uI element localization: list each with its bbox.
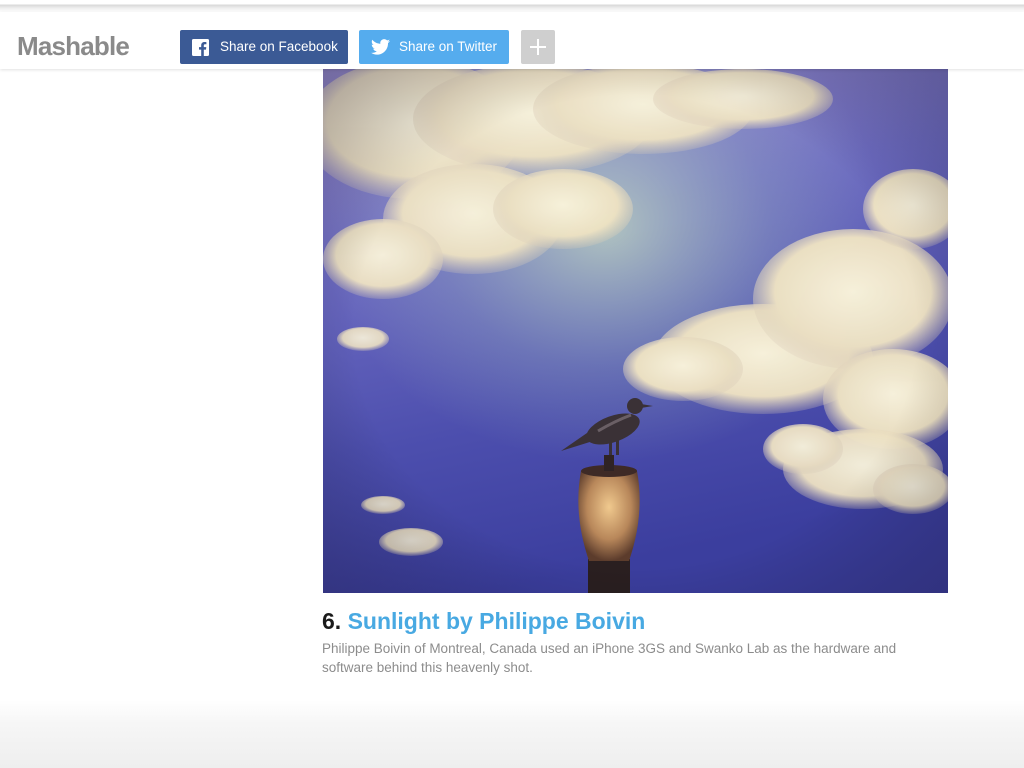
top-border	[0, 0, 1024, 12]
item-heading: 6. Sunlight by Philippe Boivin	[322, 606, 645, 636]
share-facebook-button[interactable]: Share on Facebook	[180, 30, 348, 64]
share-facebook-label: Share on Facebook	[220, 39, 338, 54]
plus-icon	[530, 39, 546, 55]
item-description: Philippe Boivin of Montreal, Canada used…	[322, 641, 897, 675]
article-photo	[323, 69, 948, 593]
share-twitter-button[interactable]: Share on Twitter	[359, 30, 509, 64]
item-title-link[interactable]: Sunlight by Philippe Boivin	[348, 608, 646, 634]
more-share-button[interactable]	[521, 30, 555, 64]
site-header: Mashable Share on Facebook Share on Twit…	[0, 12, 1024, 69]
facebook-icon	[192, 39, 209, 56]
mashable-logo[interactable]: Mashable	[17, 29, 130, 63]
item-number: 6.	[322, 608, 342, 634]
bottom-fade	[0, 700, 1024, 768]
share-twitter-label: Share on Twitter	[399, 39, 498, 54]
seagull-on-lamp-photo	[323, 69, 948, 593]
twitter-bird-icon	[371, 39, 390, 55]
